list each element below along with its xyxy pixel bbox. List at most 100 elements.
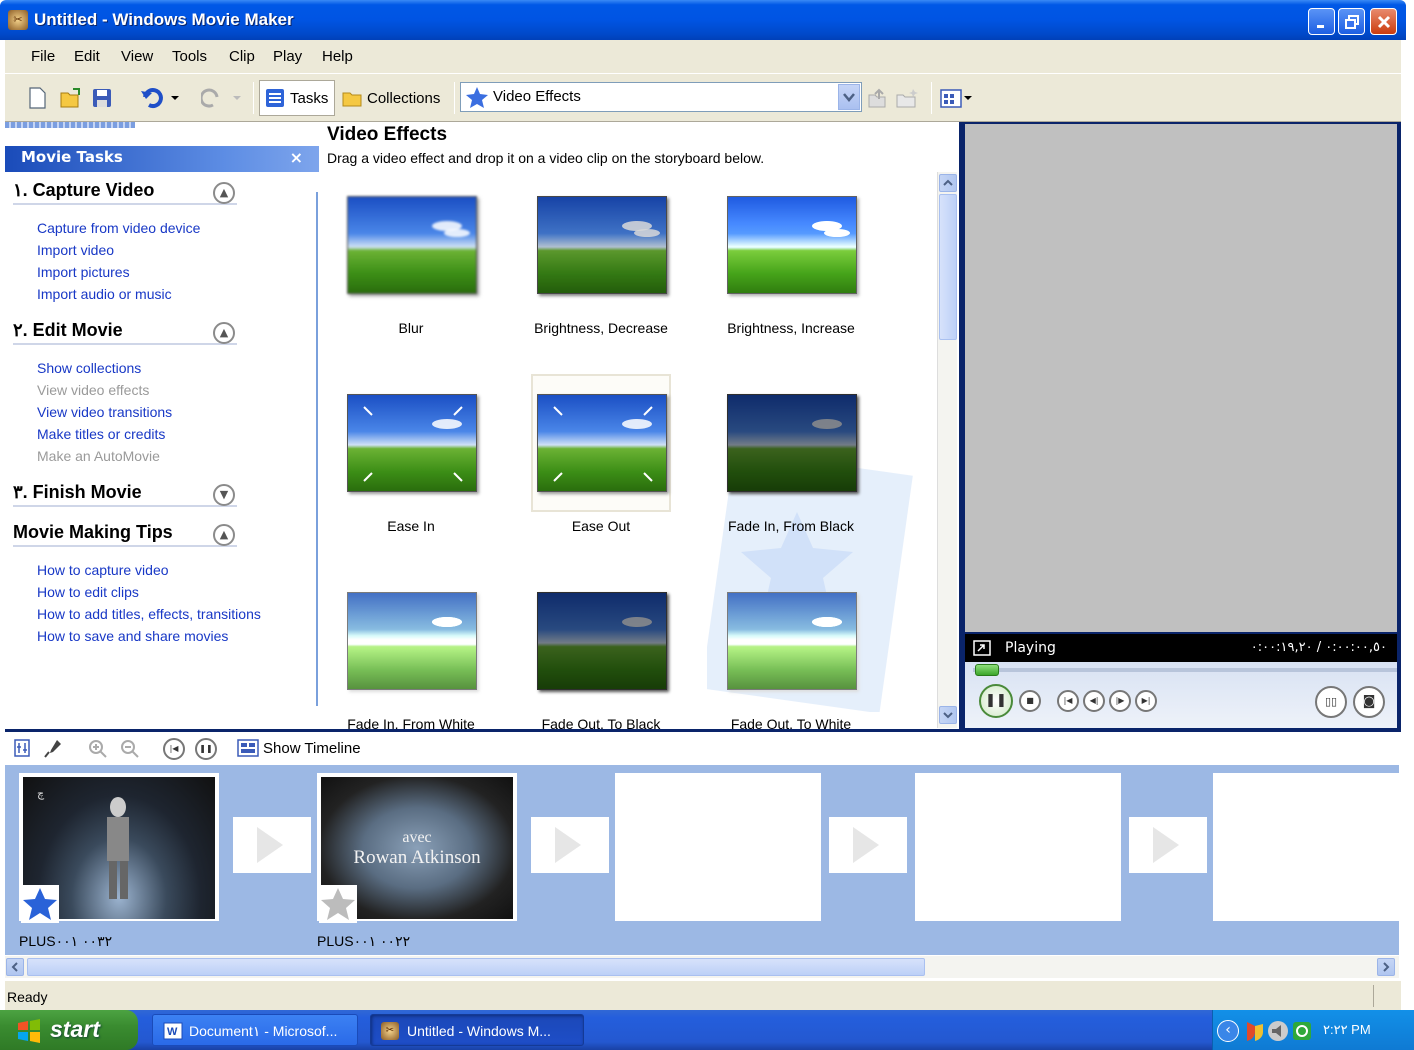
pane-grip[interactable] xyxy=(5,122,135,128)
effect-thumbnail-ease-out[interactable] xyxy=(537,394,667,492)
collapse-icon[interactable]: ▲ xyxy=(213,524,235,546)
minimize-button[interactable] xyxy=(1308,8,1335,35)
empty-clip-slot[interactable] xyxy=(615,773,821,921)
empty-clip-slot[interactable] xyxy=(1213,773,1399,921)
close-button[interactable] xyxy=(1370,8,1397,35)
transition-slot[interactable] xyxy=(829,817,907,873)
tasks-button[interactable]: Tasks xyxy=(259,80,336,116)
taskbar-item-word[interactable]: W Document١ - Microsof... xyxy=(152,1014,358,1046)
split-clip-icon[interactable]: ▯▯ xyxy=(1315,686,1347,718)
menu-clip[interactable]: Clip xyxy=(229,48,255,65)
link-make-titles[interactable]: Make titles or credits xyxy=(37,426,165,442)
section-edit-movie[interactable]: ٢. Edit Movie xyxy=(13,320,237,345)
link-import-audio[interactable]: Import audio or music xyxy=(37,286,172,302)
collapse-icon[interactable]: ▲ xyxy=(213,322,235,344)
take-picture-icon[interactable]: ◙ xyxy=(1353,686,1385,718)
menu-play[interactable]: Play xyxy=(273,48,302,65)
menu-edit[interactable]: Edit xyxy=(74,48,100,65)
scroll-right-icon[interactable] xyxy=(1377,958,1395,976)
start-button[interactable]: start xyxy=(0,1010,138,1050)
full-screen-icon[interactable] xyxy=(973,640,991,656)
stop-icon[interactable]: ■ xyxy=(1019,690,1041,712)
expand-icon[interactable]: ▼ xyxy=(213,484,235,506)
effect-thumbnail-brightness-decrease[interactable] xyxy=(537,196,667,294)
pane-divider[interactable] xyxy=(316,192,318,706)
open-project-icon[interactable] xyxy=(59,84,83,112)
forward-icon[interactable]: |▶ xyxy=(1109,690,1131,712)
section-movie-making-tips[interactable]: Movie Making Tips xyxy=(13,522,237,547)
storyboard-horizontal-scrollbar[interactable] xyxy=(5,956,1399,978)
link-import-pictures[interactable]: Import pictures xyxy=(37,264,130,280)
link-show-collections[interactable]: Show collections xyxy=(37,360,141,376)
link-how-capture[interactable]: How to capture video xyxy=(37,562,169,578)
save-project-icon[interactable] xyxy=(91,84,113,112)
network-icon[interactable] xyxy=(1291,1020,1313,1042)
menu-help[interactable]: Help xyxy=(322,48,353,65)
restore-button[interactable] xyxy=(1338,8,1365,35)
scroll-left-icon[interactable] xyxy=(6,958,24,976)
transition-slot[interactable] xyxy=(1129,817,1207,873)
narrate-timeline-icon[interactable] xyxy=(43,738,63,758)
effect-label[interactable]: Blur xyxy=(311,320,511,336)
section-capture-video[interactable]: ١. Capture Video xyxy=(13,180,237,205)
link-how-edit[interactable]: How to edit clips xyxy=(37,584,139,600)
effects-vertical-scrollbar[interactable] xyxy=(937,172,957,728)
collections-button[interactable]: Collections xyxy=(341,84,440,112)
effect-label[interactable]: Fade In, From White xyxy=(311,716,511,729)
transition-slot[interactable] xyxy=(531,817,609,873)
effect-thumbnail-ease-in[interactable] xyxy=(347,394,477,492)
link-capture-from-device[interactable]: Capture from video device xyxy=(37,220,200,236)
effect-thumbnail-fade-in-white[interactable] xyxy=(347,592,477,690)
show-timeline-button[interactable]: Show Timeline xyxy=(237,738,361,758)
rewind-storyboard-icon[interactable]: |◀ xyxy=(163,738,185,760)
scroll-up-icon[interactable] xyxy=(939,174,957,192)
effect-label[interactable]: Brightness, Decrease xyxy=(501,320,701,336)
pause-icon[interactable]: ❚❚ xyxy=(979,684,1013,718)
play-storyboard-icon[interactable]: ❚❚ xyxy=(195,738,217,760)
link-view-video-transitions[interactable]: View video transitions xyxy=(37,404,172,420)
undo-icon[interactable] xyxy=(139,84,179,112)
effect-thumbnail-fade-out-white[interactable] xyxy=(727,592,857,690)
effect-label[interactable]: Ease Out xyxy=(501,518,701,534)
transition-slot[interactable] xyxy=(233,817,311,873)
seek-bar[interactable] xyxy=(973,668,1397,672)
link-import-video[interactable]: Import video xyxy=(37,242,114,258)
menu-file[interactable]: File xyxy=(31,48,55,65)
previous-frame-icon[interactable]: |◀ xyxy=(1057,690,1079,712)
empty-clip-slot[interactable] xyxy=(915,773,1121,921)
dropdown-arrow-icon[interactable] xyxy=(838,84,860,110)
next-frame-icon[interactable]: ▶| xyxy=(1135,690,1157,712)
show-hidden-icons-icon[interactable]: ‹ xyxy=(1217,1020,1239,1042)
effect-thumbnail-fade-in-black[interactable] xyxy=(727,394,857,492)
effect-thumbnail-brightness-increase[interactable] xyxy=(727,196,857,294)
effect-thumbnail-fade-out-black[interactable] xyxy=(537,592,667,690)
views-icon[interactable] xyxy=(939,84,975,112)
collections-dropdown[interactable]: Video Effects xyxy=(460,82,862,112)
section-finish-movie[interactable]: ٣. Finish Movie xyxy=(13,482,237,507)
set-audio-levels-icon[interactable] xyxy=(13,738,31,758)
link-how-add-titles[interactable]: How to add titles, effects, transitions xyxy=(37,606,261,622)
storyboard-clip[interactable]: avec Rowan Atkinson xyxy=(317,773,517,923)
effect-thumbnail-blur[interactable] xyxy=(347,196,477,294)
scroll-down-icon[interactable] xyxy=(939,706,957,724)
collapse-icon[interactable]: ▲ xyxy=(213,182,235,204)
effect-label[interactable]: Fade Out, To Black xyxy=(501,716,701,729)
effect-label[interactable]: Brightness, Increase xyxy=(691,320,891,336)
new-project-icon[interactable] xyxy=(27,84,47,112)
title-bar[interactable]: ✂ Untitled - Windows Movie Maker xyxy=(0,0,1406,40)
menu-tools[interactable]: Tools xyxy=(172,48,207,65)
storyboard-clip[interactable]: ﭺ xyxy=(19,773,219,923)
scroll-thumb[interactable] xyxy=(939,194,957,340)
effect-label[interactable]: Fade In, From Black xyxy=(691,518,891,534)
rewind-icon[interactable]: ◀| xyxy=(1083,690,1105,712)
effect-label[interactable]: Fade Out, To White xyxy=(691,716,891,729)
link-how-save-share[interactable]: How to save and share movies xyxy=(37,628,228,644)
menu-view[interactable]: View xyxy=(121,48,153,65)
seek-handle[interactable] xyxy=(975,664,999,676)
scroll-thumb[interactable] xyxy=(27,958,925,976)
effect-label[interactable]: Ease In xyxy=(311,518,511,534)
security-alert-icon[interactable] xyxy=(1243,1020,1265,1042)
movie-maker-app-icon[interactable]: ✂ xyxy=(8,10,28,30)
volume-icon[interactable] xyxy=(1267,1020,1289,1042)
close-pane-icon[interactable]: × xyxy=(290,148,303,167)
